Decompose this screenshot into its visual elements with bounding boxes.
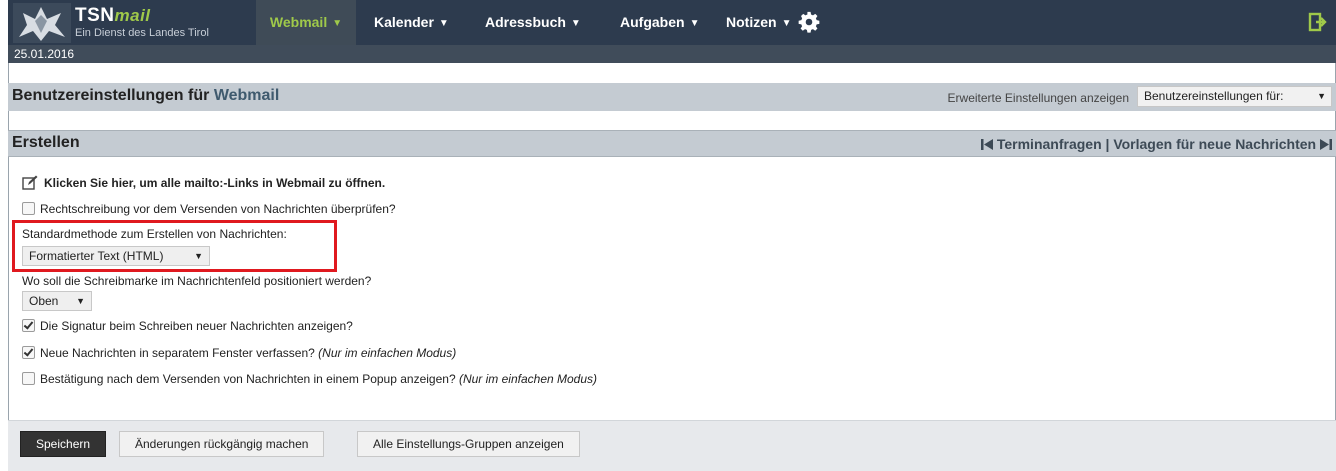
nav-adressbuch[interactable]: Adressbuch ▼: [485, 0, 581, 45]
chevron-down-icon: ▼: [194, 251, 203, 261]
gear-icon[interactable]: [798, 11, 820, 33]
save-button[interactable]: Speichern: [20, 431, 107, 457]
spellcheck-option[interactable]: Rechtschreibung vor dem Versenden von Na…: [22, 202, 396, 216]
advanced-settings-link[interactable]: Erweiterte Einstellungen anzeigen: [948, 91, 1129, 105]
page-header: Benutzereinstellungen für Webmail Erweit…: [8, 83, 1336, 111]
chevron-down-icon: ▼: [781, 18, 792, 29]
next-section-link[interactable]: Vorlagen für neue Nachrichten: [1113, 136, 1316, 152]
nav-notizen[interactable]: Notizen ▼: [726, 0, 791, 45]
compose-method-select[interactable]: Formatierter Text (HTML) ▼: [22, 246, 210, 266]
chevron-down-icon: ▼: [438, 18, 449, 29]
show-signature-checkbox[interactable]: [22, 319, 35, 332]
preferences-group-select[interactable]: Benutzereinstellungen für: ▼: [1137, 86, 1332, 107]
page-title: Benutzereinstellungen für Webmail: [12, 87, 280, 104]
logout-icon[interactable]: [1308, 12, 1328, 32]
cursor-position-select[interactable]: Oben ▼: [22, 291, 92, 311]
show-all-groups-button[interactable]: Alle Einstellungs-Gruppen anzeigen: [357, 431, 580, 457]
nav-kalender[interactable]: Kalender ▼: [374, 0, 449, 45]
nav-aufgaben[interactable]: Aufgaben ▼: [620, 0, 699, 45]
nav-webmail[interactable]: Webmail ▼: [256, 0, 356, 45]
brand-name: TSNmail: [75, 5, 151, 26]
top-navigation-bar: TSNmail Ein Dienst des Landes Tirol Webm…: [8, 0, 1336, 45]
section-pager: Terminanfragen | Vorlagen für neue Nachr…: [980, 136, 1332, 152]
button-bar: Speichern Änderungen rückgängig machen A…: [8, 420, 1336, 471]
chevron-down-icon: ▼: [689, 18, 700, 29]
chevron-down-icon: ▼: [570, 18, 581, 29]
date-bar: 25.01.2016: [8, 45, 1336, 63]
confirm-popup-option[interactable]: Bestätigung nach dem Versenden von Nachr…: [22, 372, 597, 386]
show-signature-option[interactable]: Die Signatur beim Schreiben neuer Nachri…: [22, 319, 353, 333]
undo-changes-button[interactable]: Änderungen rückgängig machen: [119, 431, 325, 457]
brand-tagline: Ein Dienst des Landes Tirol: [75, 27, 209, 39]
previous-icon[interactable]: [980, 138, 993, 151]
brand-logo[interactable]: TSNmail Ein Dienst des Landes Tirol: [13, 3, 243, 43]
chevron-down-icon: ▼: [76, 296, 85, 306]
previous-section-link[interactable]: Terminanfragen: [997, 136, 1102, 152]
separate-window-option[interactable]: Neue Nachrichten in separatem Fenster ve…: [22, 346, 456, 360]
current-date: 25.01.2016: [14, 47, 75, 61]
chevron-down-icon: ▼: [1317, 91, 1326, 101]
edit-icon: [22, 175, 38, 190]
section-title: Erstellen: [12, 134, 80, 151]
section-header: Erstellen Terminanfragen | Vorlagen für …: [8, 130, 1336, 157]
confirm-popup-checkbox[interactable]: [22, 372, 35, 385]
mailto-handler-link[interactable]: Klicken Sie hier, um alle mailto:-Links …: [22, 175, 385, 190]
chevron-down-icon: ▼: [332, 18, 343, 29]
eagle-logo-icon: [13, 3, 71, 43]
compose-method-label: Standardmethode zum Erstellen von Nachri…: [22, 227, 287, 241]
separate-window-checkbox[interactable]: [22, 346, 35, 359]
cursor-position-label: Wo soll die Schreibmarke im Nachrichtenf…: [22, 274, 372, 288]
next-icon[interactable]: [1320, 138, 1332, 151]
pager-separator: |: [1105, 136, 1110, 152]
spellcheck-checkbox[interactable]: [22, 202, 35, 215]
